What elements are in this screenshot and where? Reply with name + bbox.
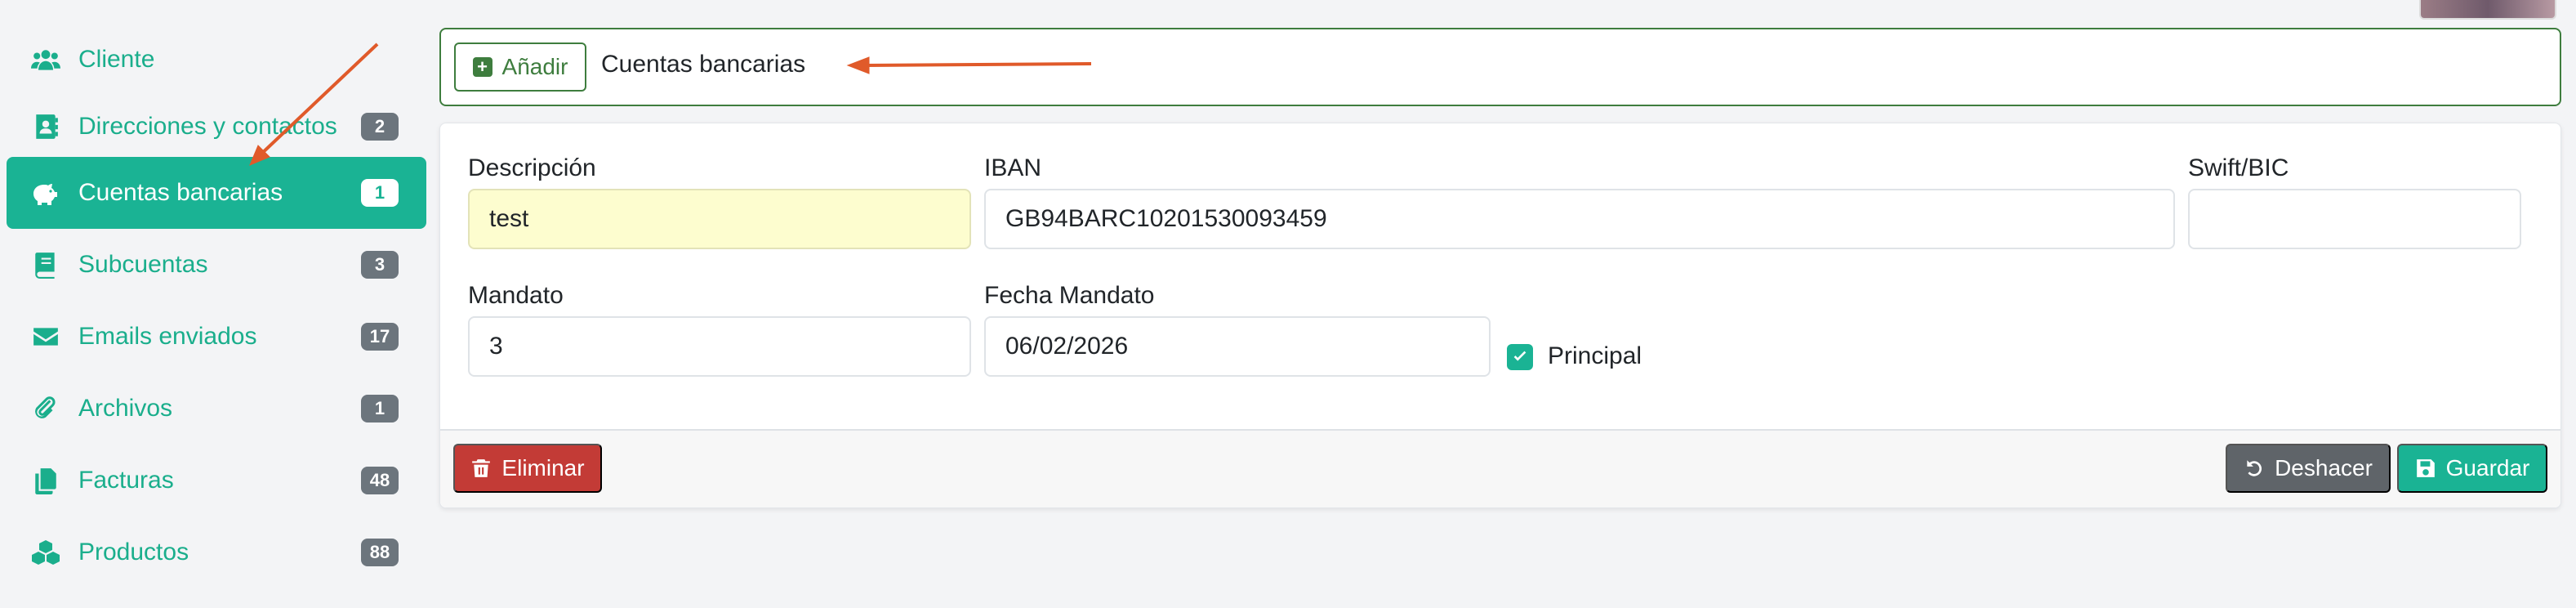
undo-button-label: Deshacer — [2275, 455, 2373, 481]
section-title: Cuentas bancarias — [601, 51, 806, 78]
sidebar-item-label: Cliente — [78, 46, 155, 73]
swift-field[interactable] — [2188, 189, 2521, 249]
piggy-bank-icon — [31, 179, 65, 207]
sidebar-item-archivos[interactable]: Archivos 1 — [7, 373, 426, 445]
undo-icon — [2247, 460, 2262, 476]
sidebar-item-facturas[interactable]: Facturas 48 — [7, 445, 426, 516]
sidebar-item-label: Direcciones y contactos — [78, 113, 337, 140]
principal-checkbox[interactable] — [1507, 344, 1533, 370]
sidebar-item-subcuentas[interactable]: Subcuentas 3 — [7, 229, 426, 301]
undo-button[interactable]: Deshacer — [2226, 444, 2391, 493]
count-badge: 48 — [361, 467, 399, 494]
count-badge: 3 — [361, 251, 399, 279]
paperclip-icon — [31, 395, 65, 422]
card-footer: Eliminar Deshacer Guardar — [440, 429, 2560, 507]
sidebar-item-cuentas-bancarias[interactable]: Cuentas bancarias 1 — [7, 157, 426, 229]
sidebar-item-label: Cuentas bancarias — [78, 179, 283, 206]
fecha-mandato-field[interactable]: 06/02/2026 — [984, 316, 1491, 377]
sidebar: Cliente Direcciones y contactos 2 Cuenta… — [7, 23, 426, 588]
descripcion-label: Descripción — [468, 154, 596, 181]
sidebar-item-label: Subcuentas — [78, 251, 208, 278]
descripcion-field[interactable]: test — [468, 189, 971, 249]
sidebar-item-cliente[interactable]: Cliente — [7, 23, 426, 96]
mandato-field[interactable]: 3 — [468, 316, 971, 377]
count-badge: 2 — [361, 113, 399, 141]
iban-label: IBAN — [984, 154, 1042, 181]
sidebar-item-label: Facturas — [78, 467, 174, 494]
count-badge: 88 — [361, 539, 399, 566]
save-button-label: Guardar — [2445, 455, 2530, 481]
sidebar-item-label: Emails enviados — [78, 323, 257, 350]
bank-account-card: Descripción test IBAN GB94BARC1020153009… — [439, 123, 2561, 508]
add-button[interactable]: + Añadir — [454, 42, 586, 92]
save-button[interactable]: Guardar — [2397, 444, 2547, 493]
cubes-icon — [31, 539, 65, 566]
count-badge: 1 — [361, 179, 399, 207]
count-badge: 17 — [361, 323, 399, 351]
check-icon — [1513, 351, 1526, 361]
delete-button[interactable]: Eliminar — [453, 444, 602, 493]
fecha-mandato-label: Fecha Mandato — [984, 282, 1155, 309]
section-header: + Añadir Cuentas bancarias — [439, 28, 2561, 106]
envelope-icon — [31, 323, 65, 351]
iban-field[interactable]: GB94BARC10201530093459 — [984, 189, 2175, 249]
plus-icon: + — [472, 57, 492, 77]
principal-label: Principal — [1548, 342, 1642, 369]
users-icon — [31, 46, 65, 74]
book-icon — [31, 251, 65, 279]
sidebar-item-direcciones[interactable]: Direcciones y contactos 2 — [7, 96, 426, 157]
add-button-label: Añadir — [501, 54, 568, 79]
trash-icon — [472, 459, 491, 477]
sidebar-item-label: Productos — [78, 539, 189, 566]
sidebar-item-productos[interactable]: Productos 88 — [7, 516, 426, 588]
floppy-icon — [2416, 459, 2435, 477]
sidebar-item-emails-enviados[interactable]: Emails enviados 17 — [7, 301, 426, 373]
copy-icon — [31, 467, 65, 494]
mandato-label: Mandato — [468, 282, 564, 309]
count-badge: 1 — [361, 395, 399, 422]
swift-label: Swift/BIC — [2188, 154, 2289, 181]
address-book-icon — [31, 113, 65, 141]
sidebar-item-label: Archivos — [78, 395, 173, 422]
user-avatar[interactable] — [2419, 0, 2556, 20]
delete-button-label: Eliminar — [501, 455, 585, 481]
